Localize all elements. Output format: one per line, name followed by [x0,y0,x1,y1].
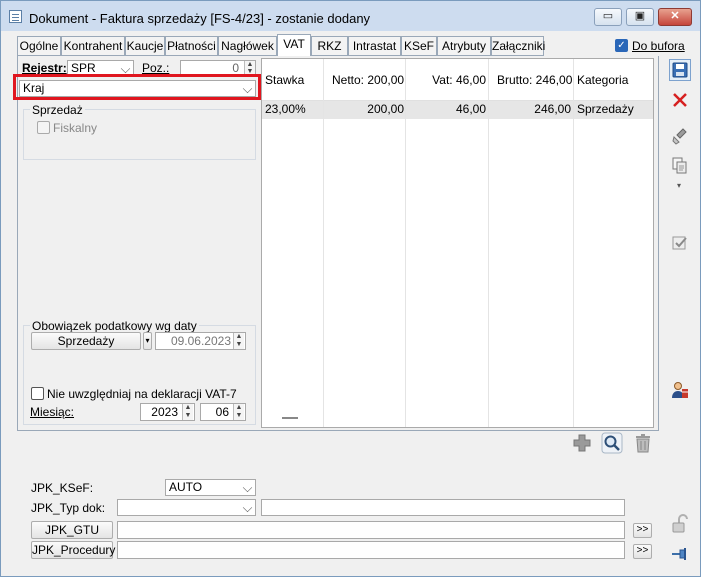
search-icon[interactable] [601,432,623,454]
column-header-brutto[interactable]: Brutto: 246,00 [497,73,572,87]
close-button[interactable]: ✕ [658,8,692,26]
obowiazek-date-value: 09.06.2023 [170,334,231,348]
sprzedaz-group-title: Sprzedaż [30,103,85,117]
window-title: Dokument - Faktura sprzedaży [FS-4/23] -… [29,11,371,26]
do-bufora-label: Do bufora [632,39,685,53]
copy-dropdown-icon[interactable]: ▾ [677,181,681,190]
tab-kontrahent[interactable]: Kontrahent [61,36,125,56]
clean-icon[interactable] [669,125,691,147]
jpk-ksef-value: AUTO [169,480,203,494]
users-icon[interactable] [669,379,691,401]
jpk-typ-label: JPK_Typ dok: [31,501,106,515]
lock-icon[interactable] [669,513,691,535]
pin-icon[interactable] [669,543,691,565]
tab-intrastat[interactable]: Intrastat [348,36,401,56]
column-divider [488,59,489,427]
chevron-down-icon [242,482,253,493]
tab-platnosci[interactable]: Płatności [165,36,218,56]
rejestr-value: SPR [71,61,96,75]
copy-icon[interactable] [669,155,691,177]
miesiac-value: 06 [215,405,229,419]
do-bufora-checkbox[interactable]: ✓ [615,39,628,52]
tab-kaucje[interactable]: Kaucje [125,36,165,56]
tab-vat[interactable]: VAT [277,34,311,57]
title-bar: Dokument - Faktura sprzedaży [FS-4/23] -… [1,1,700,31]
miesiac-label: Miesiąc: [30,405,75,419]
jpk-procedury-button[interactable]: JPK_Procedury [31,541,115,559]
row-indicator [282,417,298,419]
cell-netto: 200,00 [367,102,404,116]
jpk-procedury-more-button[interactable]: >> [633,544,652,559]
column-header-netto[interactable]: Netto: 200,00 [332,73,404,87]
column-divider [323,59,324,427]
cell-brutto: 246,00 [534,102,571,116]
add-icon[interactable] [572,433,592,453]
nie-uwzgledniaj-label: Nie uwzględniaj na deklaracji VAT-7 [47,387,237,401]
jpk-typ-select[interactable] [117,499,256,516]
save-icon[interactable] [669,59,691,81]
column-header-stawka[interactable]: Stawka [265,73,304,87]
jpk-gtu-button[interactable]: JPK_GTU [31,521,113,539]
sprzedazy-button[interactable]: Sprzedaży [31,332,141,350]
tab-zalaczniki[interactable]: Załączniki [491,36,545,56]
column-divider [405,59,406,427]
jpk-ksef-select[interactable]: AUTO [165,479,256,496]
obowiazek-group-title: Obowiązek podatkowy wg daty [30,319,199,333]
date-spinner[interactable]: ▲ ▼ [233,333,244,349]
tab-naglowek[interactable]: Nagłówek [218,36,277,56]
fiskalny-label: Fiskalny [53,121,98,135]
rok-value: 2023 [151,405,178,419]
column-divider [573,59,574,427]
data-type-dropdown[interactable]: ▾ [143,332,152,350]
nie-uwzgledniaj-checkbox[interactable] [31,387,44,400]
jpk-ksef-label: JPK_KSeF: [31,481,94,495]
jpk-gtu-field[interactable] [117,521,625,539]
column-header-kategoria[interactable]: Kategoria [577,73,628,87]
tab-ksef[interactable]: KSeF [401,36,437,56]
window-icon [9,10,22,23]
jpk-typ-description-field[interactable] [261,499,625,516]
tab-atrybuty[interactable]: Atrybuty [437,36,491,56]
check-icon[interactable] [669,232,691,254]
cell-kategoria: Sprzedaży [577,102,634,116]
dokument-window: Dokument - Faktura sprzedaży [FS-4/23] -… [0,0,701,577]
chevron-down-icon [242,502,253,513]
cell-vat: 46,00 [455,102,486,116]
jpk-procedury-field[interactable] [117,541,625,559]
poz-label: Poz.: [142,61,170,75]
jpk-gtu-more-button[interactable]: >> [633,523,652,538]
fiskalny-checkbox[interactable] [37,121,50,134]
miesiac-spinner[interactable]: ▲ ▼ [233,404,244,420]
minimize-button[interactable]: ▭ [594,8,622,26]
rok-spinner[interactable]: ▲ ▼ [182,404,193,420]
poz-value: 0 [232,61,239,75]
poz-spinner[interactable]: ▲ ▼ [244,61,255,75]
rejestr-label: Rejestr: [22,61,67,75]
tab-rkz[interactable]: RKZ [311,36,348,56]
maximize-button[interactable]: ▣ [626,8,654,26]
cell-stawka: 23,00% [265,102,306,116]
column-header-vat[interactable]: Vat: 46,00 [409,73,486,87]
delete-icon[interactable] [669,89,691,111]
tab-ogolne[interactable]: Ogólne [17,36,61,56]
chevron-down-icon [120,63,131,74]
kraj-highlight [13,74,261,100]
trash-icon[interactable] [634,433,652,453]
